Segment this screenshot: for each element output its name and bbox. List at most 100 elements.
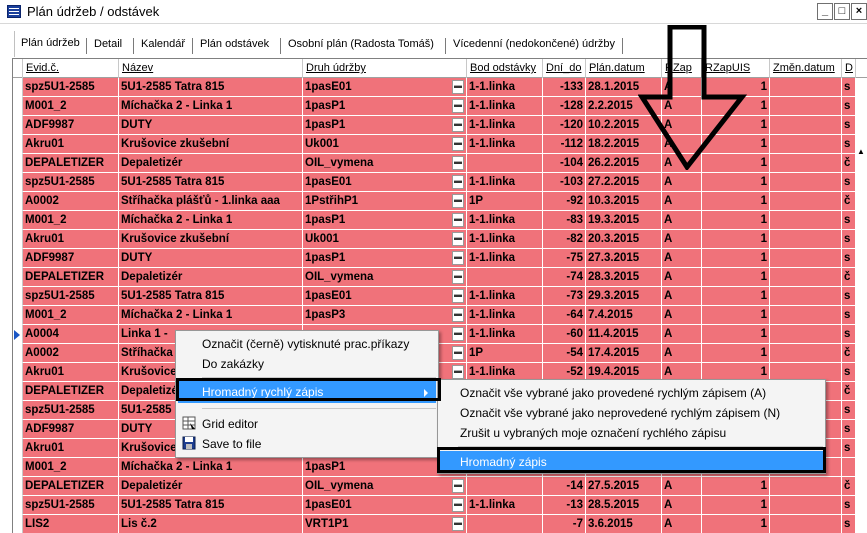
cell-nazev[interactable]: Depaletizér	[119, 268, 303, 287]
scroll-up-icon[interactable]: ▲	[856, 147, 866, 161]
cell-evid[interactable]: Akru01	[23, 135, 119, 154]
tab-osobni-plan[interactable]: Osobní plán (Radosta Tomáš)	[282, 34, 440, 56]
cell-nazev[interactable]: 5U1-2585 Tatra 815	[119, 496, 303, 515]
row-indicator[interactable]	[13, 496, 23, 515]
row-indicator[interactable]	[13, 420, 23, 439]
dropdown-button[interactable]: ▬	[452, 498, 464, 512]
row-indicator[interactable]	[13, 439, 23, 458]
cell-druh[interactable]: 1pasP1 ▬	[303, 249, 467, 268]
cell-zmen-datum[interactable]	[770, 287, 842, 306]
cell-d[interactable]: č	[842, 477, 856, 496]
cell-d[interactable]: s	[842, 173, 856, 192]
cell-d[interactable]: s	[842, 401, 856, 420]
cell-dni-do[interactable]: -112	[543, 135, 586, 154]
cell-evid[interactable]: ADF9987	[23, 116, 119, 135]
cell-evid[interactable]: A0002	[23, 344, 119, 363]
cell-d[interactable]: s	[842, 515, 856, 533]
cell-rzapuis[interactable]: 1	[702, 287, 770, 306]
table-row[interactable]: DEPALETIZER Depaletizér OIL_vymena ▬ -74 28.3…	[13, 268, 867, 287]
cell-rzap[interactable]: A	[662, 192, 702, 211]
row-indicator[interactable]	[13, 97, 23, 116]
cell-d[interactable]: s	[842, 116, 856, 135]
cell-dni-do[interactable]: -74	[543, 268, 586, 287]
dropdown-button[interactable]: ▬	[452, 251, 464, 265]
header-nazev[interactable]: Název	[119, 59, 303, 78]
cell-rzapuis[interactable]: 1	[702, 306, 770, 325]
row-indicator[interactable]	[13, 78, 23, 97]
cell-dni-do[interactable]: -128	[543, 97, 586, 116]
cell-bod[interactable]	[467, 154, 543, 173]
cell-bod[interactable]: 1-1.linka	[467, 78, 543, 97]
cell-druh[interactable]: Uk001 ▬	[303, 135, 467, 154]
cell-nazev[interactable]: Krušovice zkušební	[119, 135, 303, 154]
cell-rzapuis[interactable]: 1	[702, 496, 770, 515]
row-indicator[interactable]	[13, 477, 23, 496]
cell-dni-do[interactable]: -73	[543, 287, 586, 306]
row-indicator[interactable]	[13, 135, 23, 154]
cell-evid[interactable]: DEPALETIZER	[23, 268, 119, 287]
cell-plan-datum[interactable]: 3.6.2015	[586, 515, 662, 533]
cell-zmen-datum[interactable]	[770, 173, 842, 192]
row-indicator[interactable]	[13, 458, 23, 477]
cell-druh[interactable]: 1pasP3 ▬	[303, 306, 467, 325]
row-indicator[interactable]	[13, 363, 23, 382]
cell-evid[interactable]: M001_2	[23, 306, 119, 325]
header-druh[interactable]: Druh údržby	[303, 59, 467, 78]
row-indicator[interactable]	[13, 325, 23, 344]
cell-d[interactable]: s	[842, 420, 856, 439]
table-row[interactable]: Akru01 Krušovice zkušební Uk001 ▬ 1-1.linka -…	[13, 230, 867, 249]
cell-rzap[interactable]: A	[662, 287, 702, 306]
cell-rzap[interactable]: A	[662, 173, 702, 192]
row-indicator[interactable]	[13, 344, 23, 363]
cell-bod[interactable]: 1-1.linka	[467, 211, 543, 230]
cell-bod[interactable]: 1-1.linka	[467, 496, 543, 515]
dropdown-button[interactable]: ▬	[452, 213, 464, 227]
cell-zmen-datum[interactable]	[770, 306, 842, 325]
cell-druh[interactable]: 1pasE01 ▬	[303, 287, 467, 306]
cell-zmen-datum[interactable]	[770, 211, 842, 230]
cell-bod[interactable]: 1-1.linka	[467, 97, 543, 116]
cell-druh[interactable]: OIL_vymena ▬	[303, 477, 467, 496]
cell-druh[interactable]: 1pasP1 ▬	[303, 97, 467, 116]
cell-druh[interactable]: Uk001 ▬	[303, 230, 467, 249]
tab-vicedenni[interactable]: Vícedenní (nedokončené) údržby	[447, 34, 621, 56]
cell-dni-do[interactable]: -14	[543, 477, 586, 496]
cell-rzapuis[interactable]: 1	[702, 192, 770, 211]
table-row[interactable]: spz5U1-2585 5U1-2585 Tatra 815 1pasE01 ▬ 1-1…	[13, 496, 867, 515]
cell-zmen-datum[interactable]	[770, 477, 842, 496]
cell-bod[interactable]: 1-1.linka	[467, 230, 543, 249]
cell-plan-datum[interactable]: 7.4.2015	[586, 306, 662, 325]
cell-rzapuis[interactable]: 1	[702, 211, 770, 230]
cell-druh[interactable]: 1pasP1 ▬	[303, 116, 467, 135]
dropdown-button[interactable]: ▬	[452, 289, 464, 303]
dropdown-button[interactable]: ▬	[452, 346, 464, 360]
cell-evid[interactable]: spz5U1-2585	[23, 173, 119, 192]
maximize-button[interactable]: □	[834, 3, 850, 20]
cell-dni-do[interactable]: -82	[543, 230, 586, 249]
dropdown-button[interactable]: ▬	[452, 308, 464, 322]
cell-rzap[interactable]: A	[662, 268, 702, 287]
cell-d[interactable]: s	[842, 363, 856, 382]
dropdown-button[interactable]: ▬	[452, 365, 464, 379]
row-indicator[interactable]	[13, 268, 23, 287]
cell-d[interactable]: s	[842, 496, 856, 515]
cell-plan-datum[interactable]: 11.4.2015	[586, 325, 662, 344]
row-indicator[interactable]	[13, 401, 23, 420]
cell-zmen-datum[interactable]	[770, 97, 842, 116]
cell-rzap[interactable]: A	[662, 344, 702, 363]
header-bod[interactable]: Bod odstávky	[467, 59, 543, 78]
cell-zmen-datum[interactable]	[770, 116, 842, 135]
table-row[interactable]: M001_2 Míchačka 2 - Linka 1 1pasP3 ▬ 1-1.lin…	[13, 306, 867, 325]
close-button[interactable]: ×	[851, 3, 867, 20]
table-row[interactable]: A0002 Stříhačka ▬ 1P -54 17.4.2015 A 1 č	[13, 344, 867, 363]
header-evid[interactable]: Evid.č.	[23, 59, 119, 78]
submenu-item-cancel-mark[interactable]: Zrušit u vybraných moje označení rychléh…	[440, 422, 823, 444]
cell-bod[interactable]	[467, 268, 543, 287]
cell-bod[interactable]: 1P	[467, 192, 543, 211]
cell-evid[interactable]: M001_2	[23, 97, 119, 116]
cell-d[interactable]: č	[842, 192, 856, 211]
cell-plan-datum[interactable]: 20.3.2015	[586, 230, 662, 249]
submenu-item-mark-done[interactable]: Označit vše vybrané jako provedené rychl…	[440, 382, 823, 404]
cell-evid[interactable]: LIS2	[23, 515, 119, 533]
cell-evid[interactable]: Akru01	[23, 230, 119, 249]
